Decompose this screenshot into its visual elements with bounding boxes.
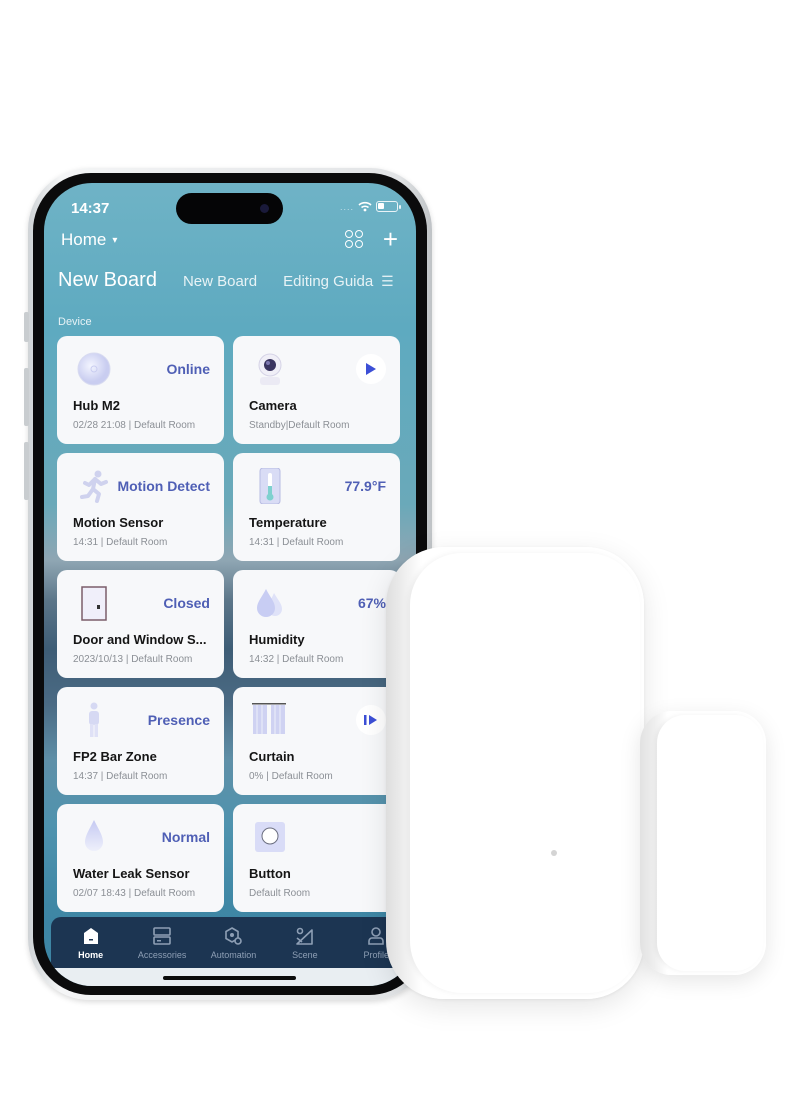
- nav-item-home[interactable]: Home: [56, 917, 126, 968]
- thermometer-icon: [259, 468, 281, 504]
- phone-screen: 14:37 .... Home ▾ + New Board New Board …: [44, 183, 416, 986]
- nav-label: Profile: [363, 949, 389, 960]
- device-status: Closed: [163, 595, 210, 611]
- device-name: Curtain: [249, 749, 295, 764]
- sensor-led-indicator: [551, 850, 557, 856]
- device-card-temperature[interactable]: 77.9°F Temperature 14:31 | Default Room: [233, 453, 400, 561]
- device-card-camera[interactable]: Camera Standby|Default Room: [233, 336, 400, 444]
- device-subtitle: 14:32 | Default Room: [249, 654, 344, 665]
- nav-label: Scene: [292, 949, 318, 960]
- pause-play-icon: [364, 715, 377, 725]
- door-sensor-magnet: [640, 711, 766, 975]
- door-sensor-device: [386, 547, 644, 999]
- device-subtitle: 0% | Default Room: [249, 771, 333, 782]
- button-icon: [255, 822, 285, 852]
- device-card-hub-m2[interactable]: Online Hub M2 02/28 21:08 | Default Room: [57, 336, 224, 444]
- device-card-motion-sensor[interactable]: Motion Detect Motion Sensor 14:31 | Defa…: [57, 453, 224, 561]
- header-actions: +: [344, 226, 398, 252]
- home-indicator[interactable]: [163, 976, 296, 980]
- device-card-door-window-sensor[interactable]: Closed Door and Window S... 2023/10/13 |…: [57, 570, 224, 678]
- play-icon: [366, 363, 376, 375]
- home-selector-label: Home: [61, 230, 107, 249]
- curtain-control-button[interactable]: [356, 705, 386, 735]
- battery-icon: [376, 201, 401, 212]
- device-subtitle: Standby|Default Room: [249, 420, 350, 431]
- device-subtitle: 2023/10/13 | Default Room: [73, 654, 193, 665]
- profile-icon: [368, 926, 385, 945]
- device-name: Camera: [249, 398, 297, 413]
- tab-new-board[interactable]: New Board: [183, 273, 257, 290]
- device-card-water-leak-sensor[interactable]: Normal Water Leak Sensor 02/07 18:43 | D…: [57, 804, 224, 912]
- device-name: Motion Sensor: [73, 515, 164, 530]
- device-subtitle: 02/28 21:08 | Default Room: [73, 420, 196, 431]
- status-indicators: ....: [339, 201, 401, 212]
- device-name: Button: [249, 866, 291, 881]
- volume-up-button: [24, 368, 29, 426]
- device-card-fp2-bar-zone[interactable]: Presence FP2 Bar Zone 14:37 | Default Ro…: [57, 687, 224, 795]
- nav-label: Home: [78, 949, 104, 960]
- wifi-icon: [358, 201, 372, 212]
- home-icon: [83, 927, 98, 944]
- add-icon[interactable]: +: [383, 226, 398, 252]
- device-status: Presence: [147, 712, 210, 728]
- device-name: Hub M2: [73, 398, 120, 413]
- tab-new-board-active[interactable]: New Board: [58, 269, 157, 292]
- device-card-curtain[interactable]: Curtain 0% | Default Room: [233, 687, 400, 795]
- device-status: Normal: [161, 829, 210, 845]
- menu-icon[interactable]: ☰: [381, 273, 394, 290]
- device-subtitle: 14:31 | Default Room: [73, 537, 168, 548]
- device-name: FP2 Bar Zone: [73, 749, 157, 764]
- chevron-down-icon: ▾: [112, 234, 118, 246]
- device-status: 77.9°F: [344, 478, 386, 494]
- device-subtitle: 14:31 | Default Room: [249, 537, 344, 548]
- device-name: Humidity: [249, 632, 305, 647]
- water-drops-icon: [257, 589, 282, 617]
- nav-item-automation[interactable]: Automation: [198, 917, 268, 968]
- grid-icon[interactable]: [344, 230, 363, 248]
- device-status: 67%: [357, 595, 386, 611]
- camera-icon: [258, 353, 282, 385]
- device-subtitle: 14:37 | Default Room: [73, 771, 168, 782]
- device-grid: Online Hub M2 02/28 21:08 | Default Room…: [57, 336, 402, 912]
- curtain-icon: [252, 703, 286, 734]
- hub-icon: [77, 352, 111, 386]
- door-sensor-face: [410, 553, 640, 993]
- scene-icon: [296, 927, 313, 945]
- device-name: Temperature: [249, 515, 327, 530]
- automation-icon: [225, 926, 243, 945]
- device-status: Online: [166, 361, 210, 377]
- dynamic-island: [176, 193, 283, 224]
- device-name: Door and Window S...: [73, 632, 207, 647]
- volume-down-button: [24, 442, 29, 500]
- device-card-button[interactable]: Button Default Room: [233, 804, 400, 912]
- door-icon: [81, 586, 107, 621]
- front-camera: [260, 204, 269, 213]
- nav-label: Automation: [210, 949, 257, 960]
- bottom-nav: Home Accessories Automation Scene Profil…: [51, 917, 416, 968]
- home-selector[interactable]: Home ▾: [61, 230, 117, 250]
- device-name: Water Leak Sensor: [73, 866, 190, 881]
- accessories-icon: [153, 926, 171, 945]
- running-person-icon: [80, 470, 108, 503]
- person-icon: [89, 702, 99, 737]
- section-label: Device: [58, 316, 92, 328]
- device-subtitle: Default Room: [249, 888, 311, 899]
- device-status: Motion Detect: [117, 478, 210, 494]
- board-tabs: New Board New Board Editing Guida ☰: [58, 269, 408, 292]
- play-button[interactable]: [356, 354, 386, 384]
- magnet-face: [657, 715, 763, 971]
- nav-item-accessories[interactable]: Accessories: [127, 917, 197, 968]
- tab-editing-guide[interactable]: Editing Guida: [283, 273, 375, 290]
- water-drop-icon: [85, 820, 103, 851]
- status-time: 14:37: [71, 200, 110, 217]
- device-card-humidity[interactable]: 67% Humidity 14:32 | Default Room: [233, 570, 400, 678]
- mute-switch: [24, 312, 29, 342]
- signal-icon: ....: [339, 201, 354, 212]
- device-subtitle: 02/07 18:43 | Default Room: [73, 888, 196, 899]
- nav-label: Accessories: [137, 949, 187, 960]
- nav-item-scene[interactable]: Scene: [270, 917, 340, 968]
